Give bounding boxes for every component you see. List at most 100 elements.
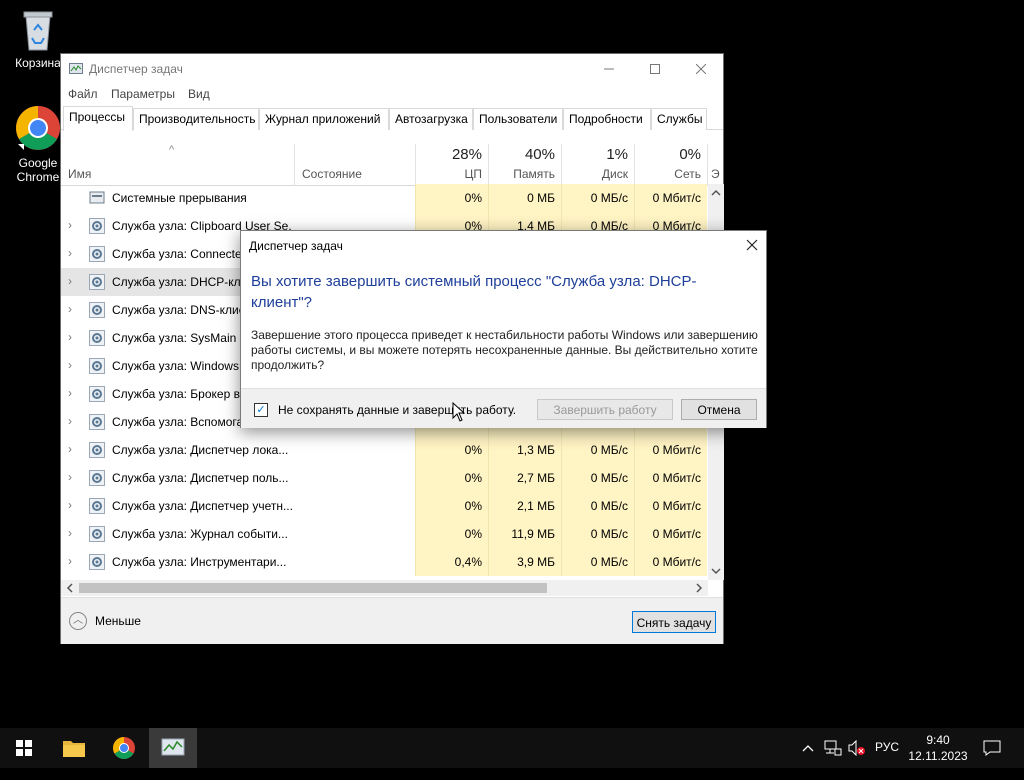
dialog-close-button[interactable] [746, 235, 758, 256]
desktop-icon-label: Корзина [15, 56, 61, 70]
taskbar-task-manager[interactable] [149, 728, 197, 768]
expand-chevron-icon[interactable]: › [68, 302, 72, 316]
column-header-disk[interactable]: 1% Диск [561, 144, 634, 186]
memory-cell: 2,7 МБ [488, 464, 561, 492]
abandon-data-checkbox[interactable]: ✓ [254, 403, 268, 417]
table-row[interactable]: Системные прерывания 0% 0 МБ 0 МБ/с 0 Мбит/с [61, 184, 709, 212]
dialog-heading: Вы хотите завершить системный процесс "С… [251, 273, 697, 311]
gear-icon [89, 274, 105, 290]
disk-cell: 0 МБ/с [561, 520, 634, 548]
disk-label: Диск [601, 167, 628, 181]
tab-processes[interactable]: Процессы [63, 106, 133, 131]
task-manager-icon [161, 738, 185, 756]
cpu-cell: 0% [415, 436, 488, 464]
column-header-name[interactable]: Имя [68, 167, 91, 181]
network-cell: 0 Мбит/с [634, 464, 707, 492]
column-header-memory[interactable]: 40% Память [488, 144, 561, 186]
tab-app-history[interactable]: Журнал приложений [259, 108, 389, 130]
disk-cell: 0 МБ/с [561, 436, 634, 464]
menu-options[interactable]: Параметры [111, 87, 175, 101]
desktop-icon-chrome[interactable]: Google Chrome [8, 104, 68, 184]
show-hidden-icons-button[interactable] [800, 740, 816, 780]
gear-icon [89, 498, 105, 514]
memory-cell: 3,9 МБ [488, 548, 561, 576]
minimize-icon [604, 68, 614, 70]
abandon-data-checkbox-label[interactable]: Не сохранять данные и завершить работу. [278, 403, 516, 417]
start-button[interactable] [0, 728, 48, 768]
footer-bar: ︿ Меньше Снять задачу [61, 597, 723, 644]
tab-details[interactable]: Подробности [563, 108, 651, 130]
expand-chevron-icon[interactable]: › [68, 218, 72, 232]
fewer-details-link[interactable]: Меньше [95, 614, 141, 628]
network-tray-button[interactable] [824, 740, 842, 780]
menu-bar: Файл Параметры Вид [61, 84, 723, 104]
horizontal-scroll-thumb[interactable] [79, 583, 547, 593]
expand-chevron-icon[interactable]: › [68, 498, 72, 512]
title-bar[interactable]: Диспетчер задач [61, 54, 723, 84]
disk-cell: 0 МБ/с [561, 464, 634, 492]
close-icon [746, 239, 758, 251]
input-language-indicator[interactable]: РУС [875, 740, 899, 780]
table-row[interactable]: › Служба узла: Диспетчер поль... 0% 2,7 МБ 0… [61, 464, 709, 492]
network-label: Сеть [674, 167, 701, 181]
table-row[interactable]: › Служба узла: Журнал событи... 0% 11,9 МБ 0… [61, 520, 709, 548]
dialog-footer: ✓ Не сохранять данные и завершить работу… [241, 388, 766, 428]
column-header-state[interactable]: Состояние [294, 144, 415, 186]
end-task-button[interactable]: Снять задачу [632, 611, 716, 633]
clock[interactable]: 9:40 12.11.2023 [906, 732, 970, 764]
cancel-button[interactable]: Отмена [681, 399, 757, 420]
expand-chevron-icon[interactable]: › [68, 526, 72, 540]
table-row[interactable]: › Служба узла: Диспетчер лока... 0% 1,3 МБ 0… [61, 436, 709, 464]
column-header-network[interactable]: 0% Сеть [634, 144, 707, 186]
tab-strip: Процессы Производительность Журнал прило… [61, 106, 723, 131]
expand-chevron-icon[interactable]: › [68, 414, 72, 428]
mouse-cursor-icon [452, 402, 466, 422]
table-row[interactable]: › Служба узла: Инструментари... 0,4% 3,9 МБ… [61, 548, 709, 576]
table-row[interactable]: › Служба узла: Диспетчер учетн... 0% 2,1 МБ… [61, 492, 709, 520]
horizontal-scrollbar[interactable] [61, 580, 708, 596]
column-header-row: ^ Имя Состояние 28% ЦП 40% Память 1% Дис… [61, 144, 720, 186]
gear-icon [89, 470, 105, 486]
expand-chevron-icon[interactable]: › [68, 358, 72, 372]
expand-chevron-icon[interactable]: › [68, 386, 72, 400]
chrome-icon [16, 106, 60, 150]
tab-users[interactable]: Пользователи [473, 108, 563, 130]
desktop-icon-recycle-bin[interactable]: Корзина [8, 8, 68, 70]
close-button[interactable] [678, 54, 724, 84]
tab-services[interactable]: Службы [651, 108, 707, 130]
gear-icon [89, 554, 105, 570]
expand-chevron-icon[interactable]: › [68, 274, 72, 288]
minimize-button[interactable] [586, 54, 632, 84]
gear-icon [89, 442, 105, 458]
memory-cell: 11,9 МБ [488, 520, 561, 548]
shutdown-button[interactable]: Завершить работу [537, 399, 673, 420]
expand-chevron-icon[interactable]: › [68, 442, 72, 456]
action-center-button[interactable] [983, 740, 1001, 780]
expand-chevron-icon[interactable]: › [68, 246, 72, 260]
expand-chevron-icon[interactable]: › [68, 554, 72, 568]
tab-performance[interactable]: Производительность [133, 108, 259, 130]
taskbar-chrome[interactable] [100, 728, 148, 768]
network-cell: 0 Мбит/с [634, 184, 707, 212]
gear-icon [89, 358, 105, 374]
tab-startup[interactable]: Автозагрузка [389, 108, 473, 130]
close-icon [696, 64, 706, 74]
column-header-cpu[interactable]: 28% ЦП [415, 144, 488, 186]
maximize-button[interactable] [632, 54, 678, 84]
column-header-extra[interactable]: Э [707, 144, 723, 186]
process-name: Служба узла: Диспетчер поль... [112, 471, 289, 485]
menu-file[interactable]: Файл [68, 87, 98, 101]
process-name: Служба узла: Журнал событи... [112, 527, 288, 541]
collapse-details-icon[interactable]: ︿ [69, 612, 87, 630]
volume-tray-button[interactable] [848, 739, 866, 780]
taskbar-file-explorer[interactable] [50, 728, 98, 768]
menu-view[interactable]: Вид [188, 87, 210, 101]
expand-chevron-icon[interactable]: › [68, 470, 72, 484]
cpu-cell: 0,4% [415, 548, 488, 576]
window-title: Диспетчер задач [89, 62, 183, 76]
task-manager-icon [69, 63, 83, 74]
network-icon [824, 740, 842, 756]
expand-chevron-icon[interactable]: › [68, 330, 72, 344]
disk-cell: 0 МБ/с [561, 492, 634, 520]
memory-cell: 1,3 МБ [488, 436, 561, 464]
